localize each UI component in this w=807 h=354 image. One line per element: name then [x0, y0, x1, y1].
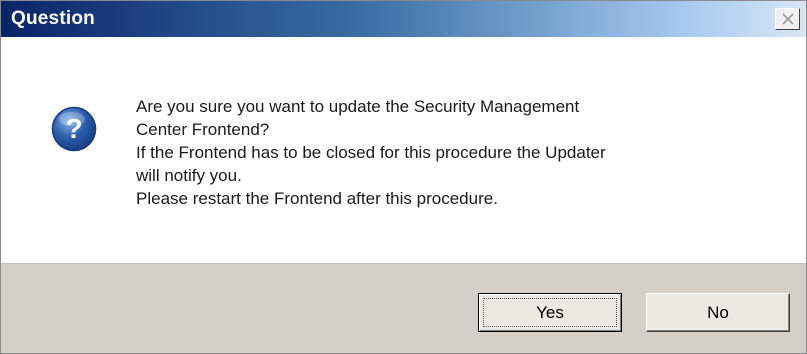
- svg-text:?: ?: [65, 113, 82, 144]
- question-icon: ?: [51, 106, 97, 152]
- button-bar: Yes No: [1, 263, 806, 353]
- no-button-label: No: [707, 302, 729, 322]
- dialog-title: Question: [11, 8, 95, 29]
- close-button[interactable]: [775, 8, 800, 30]
- yes-button[interactable]: Yes: [478, 293, 622, 332]
- message-line: Please restart the Frontend after this p…: [136, 189, 498, 208]
- yes-button-label: Yes: [536, 302, 564, 322]
- message-line: Are you sure you want to update the Secu…: [136, 97, 580, 116]
- close-icon: [782, 13, 794, 25]
- message-line: will notify you.: [136, 166, 242, 185]
- dialog-body: ? Are you sure you want to update the Se…: [1, 37, 806, 263]
- message-line: If the Frontend has to be closed for thi…: [136, 143, 606, 162]
- title-bar[interactable]: Question: [1, 1, 806, 37]
- question-dialog: Question ? Are you sure you want to upda…: [0, 0, 807, 354]
- no-button[interactable]: No: [646, 293, 790, 332]
- dialog-message: Are you sure you want to update the Secu…: [136, 95, 606, 210]
- message-line: Center Frontend?: [136, 120, 270, 139]
